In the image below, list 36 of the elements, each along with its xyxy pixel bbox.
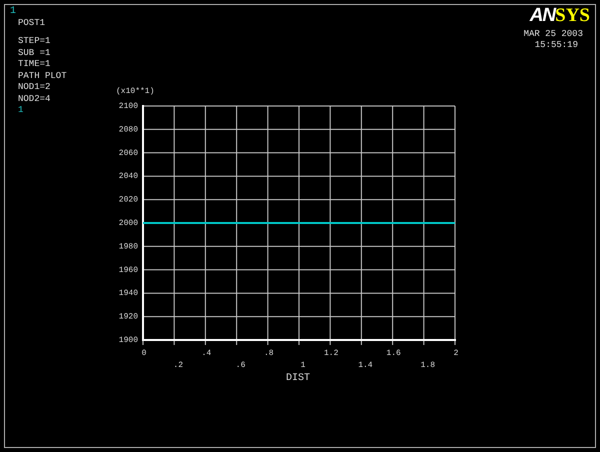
y-tick-label: 2020 [118, 196, 138, 205]
x-axis-title: DIST [286, 373, 310, 384]
y-tick-label: 1960 [118, 266, 138, 275]
y-tick-label: 2040 [118, 172, 138, 182]
info-line: TIME=1 [17, 59, 52, 70]
x-tick-label: .6 [236, 361, 246, 370]
y-tick-label: 2080 [118, 125, 138, 134]
info-line: PATH PLOT [17, 70, 67, 82]
y-tick-label: 1920 [118, 312, 138, 322]
info-line: STEP=1 [17, 36, 52, 48]
y-tick-label: 1900 [118, 336, 138, 345]
x-tick-label: .4 [202, 349, 212, 358]
y-tick-label: 1940 [118, 289, 138, 298]
axis-multiplier: (x10**1) [116, 87, 154, 96]
x-tick-label: .8 [264, 349, 274, 358]
info-line: SUB =1 [17, 48, 52, 59]
x-tick-label: 2 [454, 349, 458, 358]
time-label: 15:55:19 [534, 40, 579, 51]
date-label: MAR 25 2003 [524, 29, 584, 40]
x-tick-label: 1.6 [386, 349, 401, 358]
x-tick-label: 1.8 [420, 361, 435, 370]
y-tick-label: 1980 [118, 242, 138, 252]
x-tick-label: 1.2 [324, 349, 338, 358]
x-tick-label: .2 [173, 361, 183, 370]
x-tick-label: 0 [142, 349, 146, 358]
x-tick-label: 1 [300, 361, 306, 370]
y-tick-label: 2060 [118, 148, 138, 158]
info-line: NOD2=4 [17, 94, 52, 105]
plot-number: 1 [17, 105, 24, 116]
processor-title: POST1 [17, 18, 46, 29]
y-tick-label: 2000 [118, 219, 138, 228]
y-tick-label: 2100 [118, 102, 138, 111]
window-number: 1 [10, 6, 18, 18]
x-tick-label: 1.4 [358, 361, 373, 370]
ansys-logo: ANSYS [530, 6, 590, 26]
info-line: NOD1=2 [17, 82, 52, 94]
